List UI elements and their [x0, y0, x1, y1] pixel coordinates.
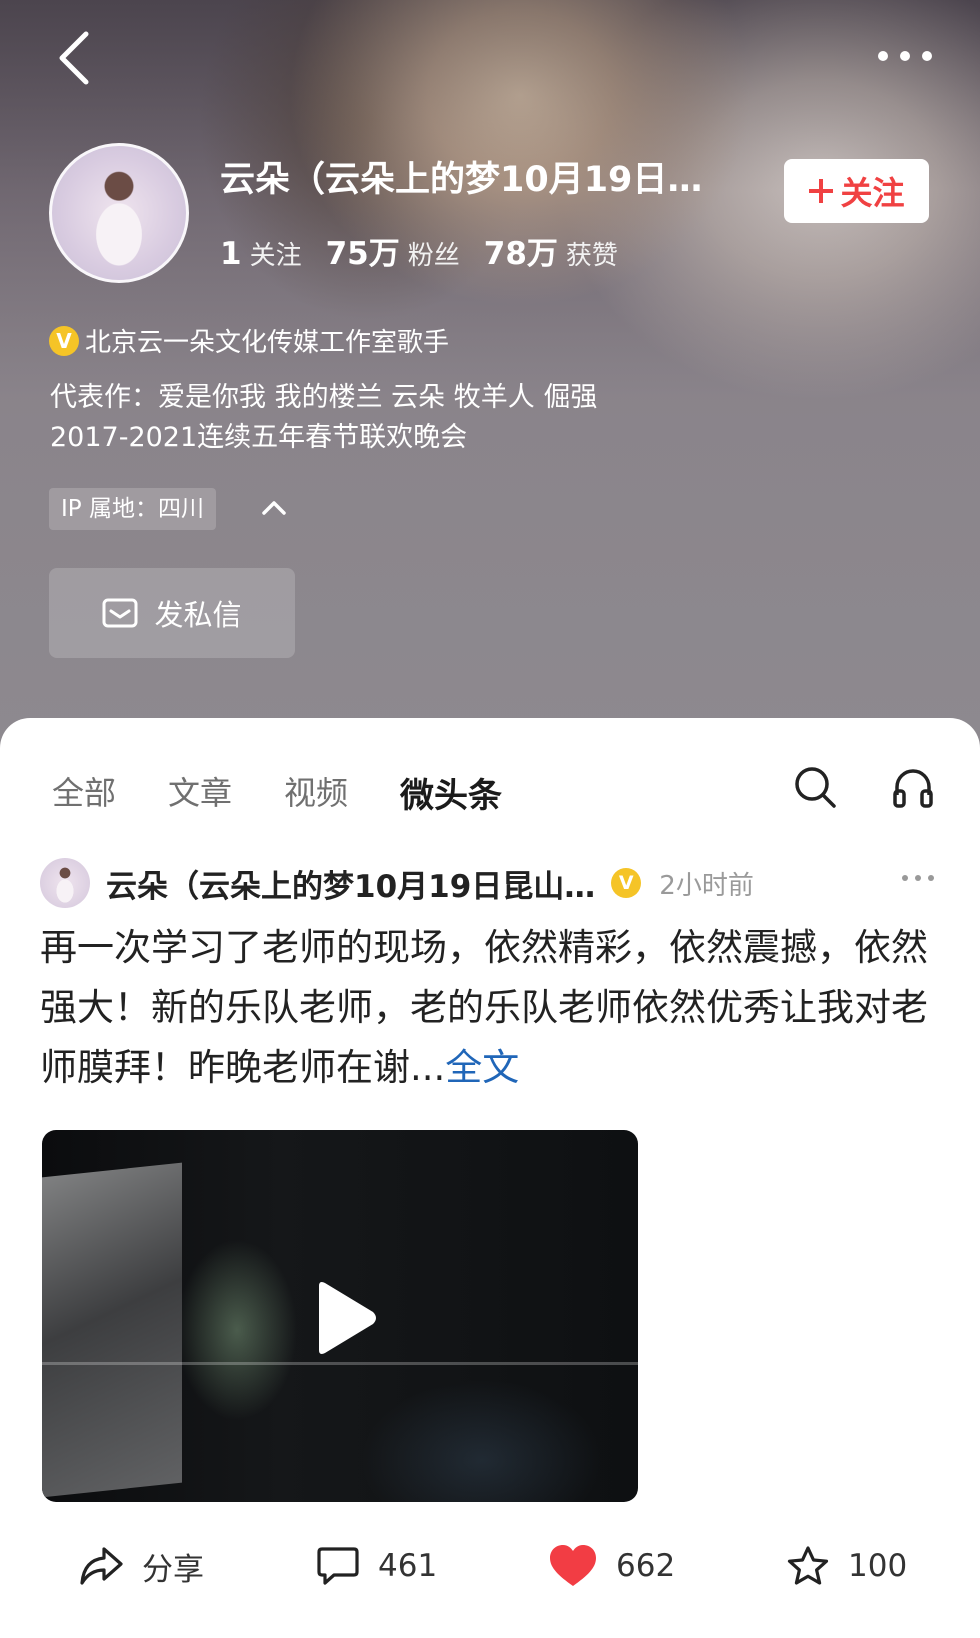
comment-button[interactable]: 461 — [316, 1546, 437, 1586]
comment-icon — [317, 1547, 359, 1585]
read-full-link[interactable]: 全文 — [445, 1046, 519, 1089]
share-icon — [80, 1547, 123, 1585]
post-more-button[interactable] — [896, 866, 940, 890]
bio-line-works: 代表作：爱是你我 我的楼兰 云朵 牧羊人 倔强 — [50, 382, 598, 413]
post-body[interactable]: 再一次学习了老师的现场，依然精彩，依然震撼，依然强大！新的乐队老师，老的乐队老师… — [40, 918, 940, 1098]
followers-count[interactable]: 75万 — [326, 228, 400, 273]
ip-location-tag: IP 属地：四川 — [49, 488, 216, 530]
post-header: 云朵（云朵上的梦10月19日昆山… V 2小时前 — [40, 858, 940, 908]
like-count: 662 — [616, 1548, 676, 1584]
listen-button[interactable] — [888, 762, 938, 812]
search-button[interactable] — [790, 762, 840, 812]
post-author-avatar[interactable] — [40, 858, 90, 908]
play-button[interactable] — [304, 1278, 384, 1358]
mail-icon — [102, 598, 138, 628]
share-button[interactable]: 分享 — [78, 1544, 204, 1589]
play-icon — [319, 1282, 376, 1354]
post-actions: 分享 461 662 100 — [0, 1526, 980, 1606]
search-icon — [795, 767, 836, 808]
tab-all[interactable]: 全部 — [52, 768, 116, 817]
video-frame-screen — [42, 1162, 182, 1498]
send-message-label: 发私信 — [154, 598, 242, 632]
follow-label: 关注 — [840, 174, 905, 212]
heart-icon — [550, 1545, 596, 1586]
verification-line: V 北京云一朵文化传媒工作室歌手 — [49, 322, 449, 359]
send-message-button[interactable]: 发私信 — [49, 568, 295, 658]
content-tabs: 全部 文章 视频 微头条 — [52, 768, 554, 817]
follow-button[interactable]: 关注 — [784, 159, 929, 223]
tab-videos[interactable]: 视频 — [284, 768, 348, 817]
comment-count: 461 — [378, 1548, 438, 1584]
favorite-button[interactable]: 100 — [786, 1545, 907, 1587]
plus-icon — [809, 179, 834, 203]
tab-articles[interactable]: 文章 — [168, 768, 232, 817]
post-author-name[interactable]: 云朵（云朵上的梦10月19日昆山… — [106, 861, 595, 906]
more-dots-icon — [878, 51, 932, 61]
post-timestamp: 2小时前 — [659, 870, 754, 901]
star-icon — [787, 1546, 829, 1585]
video-frame-line — [42, 1362, 638, 1365]
profile-bio: 代表作：爱是你我 我的楼兰 云朵 牧羊人 倔强 2017-2021连续五年春节联… — [50, 378, 597, 458]
likes-count: 78万 — [483, 236, 558, 272]
post-verified-icon: V — [611, 868, 642, 898]
more-options-button[interactable] — [870, 36, 940, 76]
headphones-icon — [893, 769, 933, 808]
favorite-count: 100 — [848, 1548, 908, 1584]
following-count[interactable]: 1 — [220, 236, 242, 272]
like-button[interactable]: 662 — [548, 1544, 675, 1588]
profile-avatar[interactable] — [49, 143, 189, 283]
post-video[interactable] — [42, 1130, 638, 1502]
collapse-bio-button[interactable] — [256, 490, 292, 526]
verification-text: 北京云一朵文化传媒工作室歌手 — [85, 328, 450, 358]
more-dots-icon — [902, 875, 934, 881]
profile-stats: 1 关注 75万 粉丝 78万 获赞 — [220, 228, 642, 273]
followers-label[interactable]: 粉丝 — [408, 235, 460, 272]
back-button[interactable] — [44, 26, 104, 90]
content-panel: 全部 文章 视频 微头条 云朵（云朵上的梦10月19日昆山… V 2小时前 再一… — [0, 718, 980, 1638]
profile-name: 云朵（云朵上的梦10月19日… — [220, 160, 703, 200]
verified-badge-icon: V — [49, 325, 79, 356]
tab-micro-posts[interactable]: 微头条 — [400, 768, 502, 817]
likes-label: 获赞 — [565, 241, 618, 271]
bio-line-gala: 2017-2021连续五年春节联欢晚会 — [50, 422, 468, 453]
following-label[interactable]: 关注 — [250, 235, 302, 272]
chevron-up-icon — [262, 501, 286, 515]
share-label: 分享 — [142, 1551, 204, 1588]
back-arrow-icon — [59, 31, 89, 85]
